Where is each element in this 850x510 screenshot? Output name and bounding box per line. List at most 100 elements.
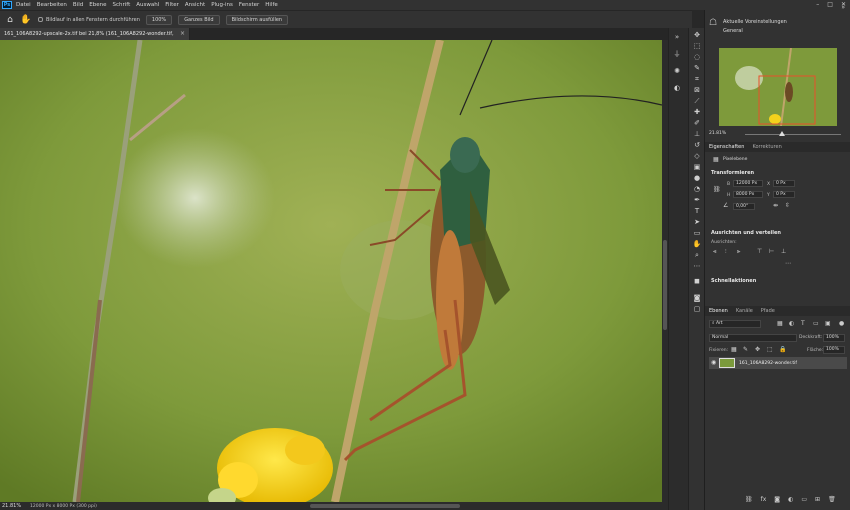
gradient-tool-icon[interactable]: ▣: [689, 162, 705, 173]
menu-plugins[interactable]: Plug-ins: [211, 2, 233, 8]
lock-pixels-icon[interactable]: ✎: [743, 346, 748, 353]
lock-transparency-icon[interactable]: ▦: [731, 346, 737, 353]
menu-fenster[interactable]: Fenster: [239, 2, 259, 8]
layer-name[interactable]: 161_106A8292-wonder.tif: [739, 361, 797, 366]
adjustments-icon[interactable]: ◐: [669, 83, 685, 94]
frame-tool-icon[interactable]: ⊠: [689, 85, 705, 96]
dodge-tool-icon[interactable]: ◔: [689, 184, 705, 195]
x-field[interactable]: 0 Px: [773, 180, 795, 187]
horizontal-scroll-thumb[interactable]: [310, 504, 460, 508]
align-bottom-icon[interactable]: ⊥: [781, 248, 786, 255]
home-icon[interactable]: ⌂: [4, 14, 16, 26]
width-field[interactable]: 12000 Px: [733, 180, 763, 187]
marquee-tool-icon[interactable]: ⬚: [689, 41, 705, 52]
type-tool-icon[interactable]: T: [689, 206, 705, 217]
collapse-icon[interactable]: »: [841, 4, 845, 11]
delete-layer-icon[interactable]: 🗑: [828, 496, 836, 503]
menu-ansicht[interactable]: Ansicht: [185, 2, 205, 8]
more-align-icon[interactable]: ⋯: [785, 260, 791, 267]
hand-tool-icon[interactable]: ✋: [689, 239, 705, 250]
lasso-tool-icon[interactable]: ◌: [689, 52, 705, 63]
fit-screen-button[interactable]: Ganzes Bild: [178, 14, 220, 25]
menu-bild[interactable]: Bild: [73, 2, 83, 8]
eyedropper-tool-icon[interactable]: ⟋: [689, 96, 705, 107]
hand-tool-icon[interactable]: ✋: [20, 14, 32, 26]
menu-bearbeiten[interactable]: Bearbeiten: [37, 2, 67, 8]
align-left-icon[interactable]: ⫷: [713, 248, 716, 256]
menu-ebene[interactable]: Ebene: [89, 2, 106, 8]
filter-shape-icon[interactable]: ▭: [813, 320, 819, 327]
filter-pixel-icon[interactable]: ▦: [777, 320, 783, 327]
quick-mask-icon[interactable]: ◙: [689, 293, 705, 304]
align-title[interactable]: Ausrichten und verteilen: [711, 230, 781, 236]
link-layers-icon[interactable]: ⛓: [745, 496, 753, 503]
minimize-button[interactable]: –: [816, 1, 819, 8]
document-tab[interactable]: 161_106A8292-upscale-2x.tif bei 21,8% (1…: [0, 28, 190, 49]
menu-auswahl[interactable]: Auswahl: [136, 2, 159, 8]
navigator-zoom[interactable]: 21.81%: [709, 131, 726, 136]
layer-style-icon[interactable]: fx: [761, 496, 767, 503]
menu-filter[interactable]: Filter: [165, 2, 179, 8]
brush-tool-icon[interactable]: ✐: [689, 118, 705, 129]
document-canvas[interactable]: [0, 40, 662, 502]
lock-artboard-icon[interactable]: ⬚: [767, 346, 773, 353]
zoom-100-button[interactable]: 100%: [145, 14, 173, 25]
layer-filter-select[interactable]: ⌕ Art: [709, 320, 761, 328]
tab-adjustments[interactable]: Korrekturen: [752, 144, 781, 150]
blur-tool-icon[interactable]: ●: [689, 173, 705, 184]
add-mask-icon[interactable]: ◙: [774, 496, 780, 503]
opacity-field[interactable]: 100%: [823, 334, 845, 342]
navigator-zoom-slider[interactable]: [745, 134, 841, 135]
more-tools-icon[interactable]: ⋯: [689, 261, 705, 272]
eraser-tool-icon[interactable]: ◇: [689, 151, 705, 162]
filter-smart-icon[interactable]: ▣: [825, 320, 831, 327]
quick-actions-title[interactable]: Schnellaktionen: [711, 278, 756, 284]
filter-type-icon[interactable]: T: [801, 320, 805, 327]
visibility-eye-icon[interactable]: ◉: [711, 359, 716, 366]
flip-horizontal-icon[interactable]: ⇹: [773, 202, 778, 209]
move-tool-icon[interactable]: ✥: [689, 30, 705, 41]
zoom-status[interactable]: 21.81%: [2, 503, 30, 509]
history-brush-tool-icon[interactable]: ↺: [689, 140, 705, 151]
learn-icon[interactable]: ✺: [669, 66, 685, 77]
transform-title[interactable]: Transformieren: [711, 170, 754, 176]
vertical-scroll-thumb[interactable]: [663, 240, 667, 330]
filter-adjustment-icon[interactable]: ◐: [789, 320, 794, 327]
filter-toggle-icon[interactable]: ●: [839, 320, 844, 327]
menu-hilfe[interactable]: Hilfe: [265, 2, 278, 8]
tab-paths[interactable]: Pfade: [761, 308, 775, 314]
navigator-preview[interactable]: [719, 48, 837, 126]
history-icon[interactable]: ⏚: [669, 49, 685, 60]
maximize-button[interactable]: □: [827, 1, 833, 8]
screen-mode-icon[interactable]: ▢: [689, 304, 705, 315]
align-hcenter-icon[interactable]: ⫶: [725, 248, 727, 256]
rectangle-tool-icon[interactable]: ▭: [689, 228, 705, 239]
new-adjustment-icon[interactable]: ◐: [788, 496, 793, 503]
menu-datei[interactable]: Datei: [16, 2, 31, 8]
color-swatches-icon[interactable]: ◼: [689, 276, 705, 287]
pen-tool-icon[interactable]: ✒: [689, 195, 705, 206]
zoom-tool-icon[interactable]: ⌕: [689, 250, 705, 261]
tab-properties[interactable]: Eigenschaften: [709, 144, 744, 150]
height-field[interactable]: 8000 Px: [733, 191, 763, 198]
fill-field[interactable]: 100%: [823, 346, 845, 354]
healing-tool-icon[interactable]: ✚: [689, 107, 705, 118]
y-field[interactable]: 0 Px: [773, 191, 795, 198]
quick-select-tool-icon[interactable]: ✎: [689, 63, 705, 74]
crop-tool-icon[interactable]: ⌗: [689, 74, 705, 85]
close-tab-icon[interactable]: ×: [180, 28, 185, 40]
stamp-tool-icon[interactable]: ⊥: [689, 129, 705, 140]
align-top-icon[interactable]: ⊤: [757, 248, 762, 255]
link-icon[interactable]: ⛓: [713, 186, 721, 193]
fill-screen-button[interactable]: Bildschirm ausfüllen: [225, 14, 289, 25]
path-select-tool-icon[interactable]: ➤: [689, 217, 705, 228]
navigator-slider-handle[interactable]: [779, 131, 785, 136]
scroll-all-checkbox[interactable]: [38, 17, 43, 22]
menu-schrift[interactable]: Schrift: [112, 2, 130, 8]
new-layer-icon[interactable]: ⊞: [815, 496, 820, 503]
angle-field[interactable]: 0,00°: [733, 203, 755, 210]
lock-position-icon[interactable]: ✥: [755, 346, 760, 353]
align-right-icon[interactable]: ⫸: [737, 248, 740, 256]
flip-vertical-icon[interactable]: ⇳: [785, 202, 790, 209]
tab-channels[interactable]: Kanäle: [736, 308, 753, 314]
